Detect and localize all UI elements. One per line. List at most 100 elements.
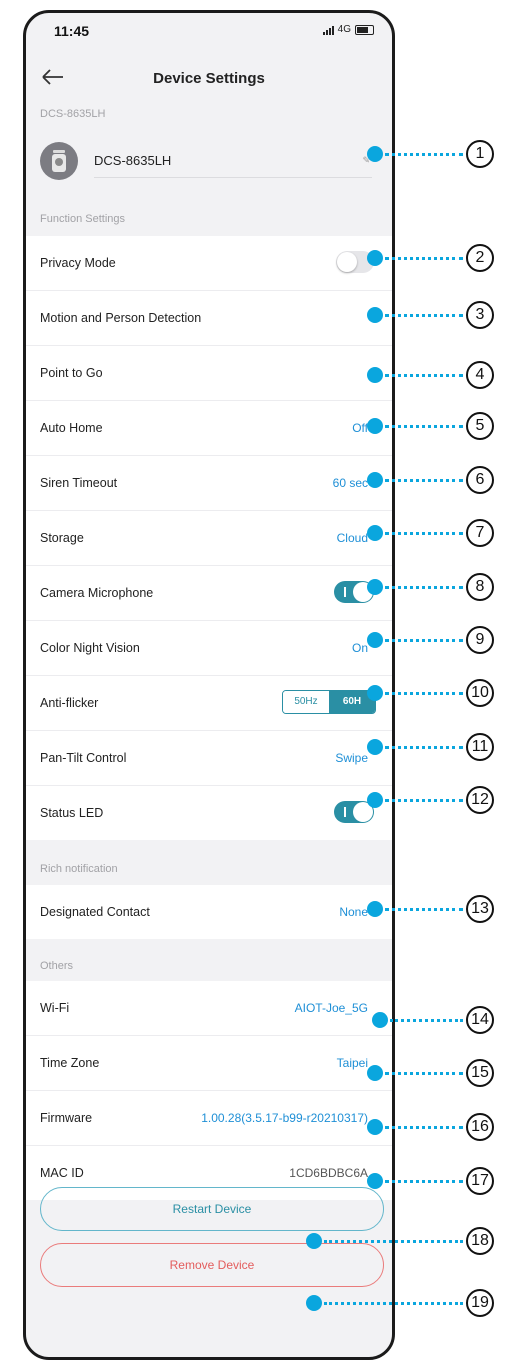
phone-frame: 11:45 4G Device Settings DCS-8635LH DCS-…	[23, 10, 395, 1360]
callout-number: 17	[466, 1167, 494, 1195]
callout-number: 4	[466, 361, 494, 389]
point-to-go-label: Point to Go	[40, 366, 103, 380]
callout-leader	[385, 1126, 463, 1129]
section-label-others: Others	[40, 960, 74, 972]
status-led-label: Status LED	[40, 806, 104, 820]
callout-dot	[367, 525, 383, 541]
auto-home-row[interactable]: Auto Home Off	[26, 401, 392, 456]
storage-value[interactable]: Cloud	[337, 531, 368, 545]
callout-dot	[367, 685, 383, 701]
camera-microphone-row[interactable]: Camera Microphone	[26, 566, 392, 621]
pan-tilt-label: Pan-Tilt Control	[40, 751, 127, 765]
camera-avatar-icon	[40, 142, 78, 180]
firmware-row[interactable]: Firmware 1.00.28(3.5.17-b99-r20210317)	[26, 1091, 392, 1146]
status-time: 11:45	[54, 23, 90, 39]
callout-dot	[372, 1012, 388, 1028]
callout-number: 19	[466, 1289, 494, 1317]
callout-leader	[385, 153, 463, 156]
callout-leader	[385, 1180, 463, 1183]
motion-detection-row[interactable]: Motion and Person Detection	[26, 291, 392, 346]
time-zone-label: Time Zone	[40, 1056, 100, 1070]
callout-number: 13	[466, 895, 494, 923]
callout-number: 11	[466, 733, 494, 761]
storage-row[interactable]: Storage Cloud	[26, 511, 392, 566]
callout-dot	[367, 250, 383, 266]
callout-leader	[385, 799, 463, 802]
siren-timeout-value[interactable]: 60 sec	[333, 476, 368, 490]
callout-leader	[385, 1072, 463, 1075]
callout-dot	[367, 901, 383, 917]
callout-number: 6	[466, 466, 494, 494]
point-to-go-row[interactable]: Point to Go	[26, 346, 392, 401]
designated-contact-value[interactable]: None	[339, 905, 368, 919]
wifi-value[interactable]: AIOT-Joe_5G	[295, 1001, 368, 1015]
callout-dot	[367, 632, 383, 648]
mac-id-value: 1CD6BDBC6A	[289, 1166, 368, 1180]
pan-tilt-value[interactable]: Swipe	[335, 751, 368, 765]
designated-contact-row[interactable]: Designated Contact None	[26, 885, 392, 939]
callout-leader	[390, 1019, 463, 1022]
status-led-row[interactable]: Status LED	[26, 786, 392, 840]
callout-dot	[367, 739, 383, 755]
time-zone-row[interactable]: Time Zone Taipei	[26, 1036, 392, 1091]
remove-device-button[interactable]: Remove Device	[40, 1243, 384, 1287]
callout-dot	[306, 1295, 322, 1311]
callout-leader	[385, 425, 463, 428]
callout-leader	[324, 1240, 463, 1243]
callout-leader	[385, 692, 463, 695]
color-night-vision-value[interactable]: On	[352, 641, 368, 655]
callout-dot	[306, 1233, 322, 1249]
mac-id-label: MAC ID	[40, 1166, 84, 1180]
camera-microphone-label: Camera Microphone	[40, 586, 154, 600]
callout-number: 5	[466, 412, 494, 440]
color-night-vision-row[interactable]: Color Night Vision On	[26, 621, 392, 676]
battery-icon	[355, 24, 374, 35]
others-group: Wi-Fi AIOT-Joe_5G Time Zone Taipei Firmw…	[26, 981, 392, 1200]
callout-leader	[385, 374, 463, 377]
auto-home-label: Auto Home	[40, 421, 103, 435]
callout-number: 1	[466, 140, 494, 168]
wifi-label: Wi-Fi	[40, 1001, 70, 1015]
siren-timeout-row[interactable]: Siren Timeout 60 sec	[26, 456, 392, 511]
callout-dot	[367, 146, 383, 162]
callout-number: 2	[466, 244, 494, 272]
callout-leader	[385, 908, 463, 911]
anti-flicker-segmented-control[interactable]: 50Hz 60H	[282, 690, 376, 714]
section-label-function: Function Settings	[40, 213, 125, 225]
firmware-label: Firmware	[40, 1111, 93, 1125]
anti-flicker-row[interactable]: Anti-flicker 50Hz 60H	[26, 676, 392, 731]
callout-dot	[367, 307, 383, 323]
pan-tilt-row[interactable]: Pan-Tilt Control Swipe	[26, 731, 392, 786]
callout-dot	[367, 367, 383, 383]
callout-dot	[367, 792, 383, 808]
time-zone-value[interactable]: Taipei	[337, 1056, 368, 1070]
motion-detection-label: Motion and Person Detection	[40, 311, 202, 325]
callout-dot	[367, 1119, 383, 1135]
callout-leader	[385, 479, 463, 482]
privacy-mode-row[interactable]: Privacy Mode	[26, 236, 392, 291]
status-indicators: 4G	[322, 24, 374, 35]
callout-number: 12	[466, 786, 494, 814]
callout-number: 16	[466, 1113, 494, 1141]
callout-leader	[385, 639, 463, 642]
callout-leader	[385, 586, 463, 589]
network-type: 4G	[337, 24, 351, 35]
privacy-mode-label: Privacy Mode	[40, 256, 116, 270]
auto-home-value[interactable]: Off	[352, 421, 368, 435]
device-name-row[interactable]: DCS-8635LH ✎	[26, 133, 392, 195]
device-name: DCS-8635LH	[94, 153, 172, 168]
callout-leader	[385, 746, 463, 749]
wifi-row[interactable]: Wi-Fi AIOT-Joe_5G	[26, 981, 392, 1036]
storage-label: Storage	[40, 531, 84, 545]
restart-device-button[interactable]: Restart Device	[40, 1187, 384, 1231]
callout-dot	[367, 418, 383, 434]
firmware-value[interactable]: 1.00.28(3.5.17-b99-r20210317)	[201, 1111, 368, 1125]
siren-timeout-label: Siren Timeout	[40, 476, 118, 490]
nav-bar: Device Settings	[26, 53, 392, 103]
callout-dot	[367, 472, 383, 488]
anti-flicker-option-50hz[interactable]: 50Hz	[283, 691, 329, 713]
section-label-device: DCS-8635LH	[40, 108, 106, 120]
status-bar: 11:45 4G	[26, 13, 392, 53]
function-settings-group: Privacy Mode Motion and Person Detection…	[26, 236, 392, 840]
callout-number: 18	[466, 1227, 494, 1255]
